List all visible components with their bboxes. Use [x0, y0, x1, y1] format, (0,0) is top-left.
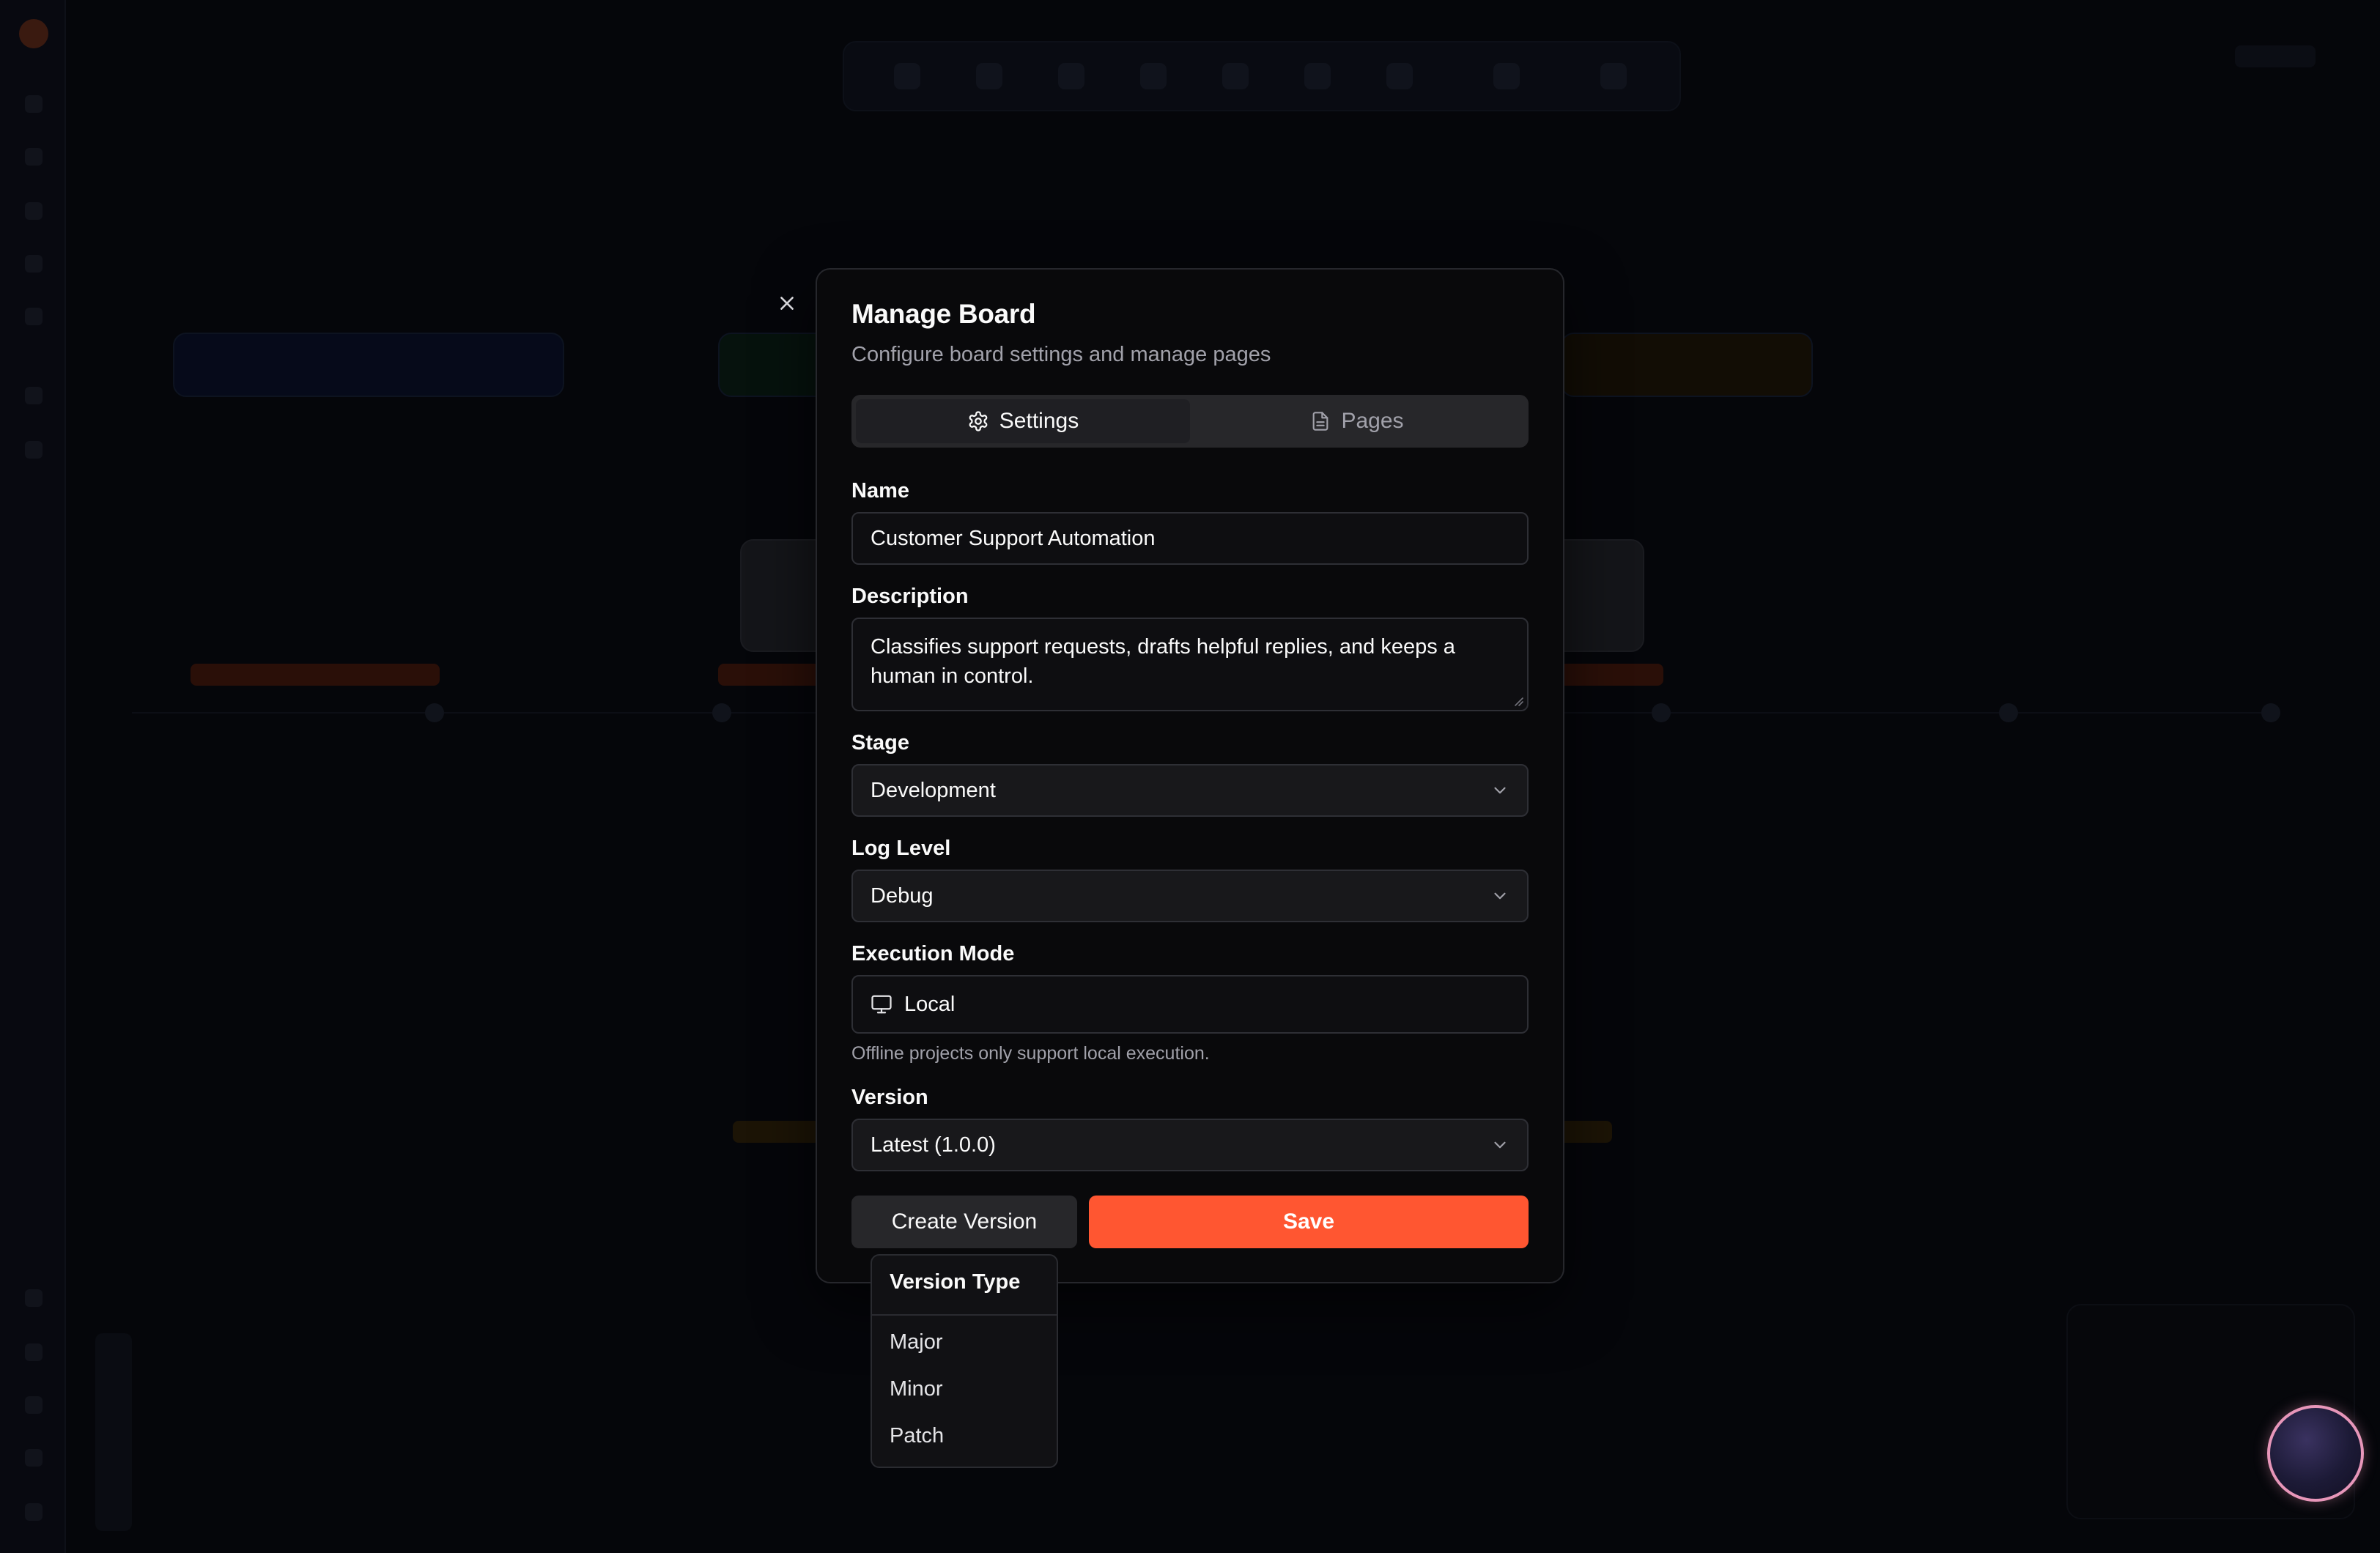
log-level-value: Debug	[871, 883, 934, 908]
connection-handle[interactable]	[425, 703, 444, 722]
resize-grip-icon[interactable]	[1512, 695, 1524, 707]
sidebar-icon[interactable]	[25, 1396, 42, 1414]
menu-divider	[872, 1314, 1057, 1316]
name-label: Name	[851, 479, 909, 503]
stage-label: Stage	[851, 731, 909, 755]
close-button[interactable]	[774, 290, 800, 316]
toolbar-button[interactable]	[1140, 63, 1167, 89]
sidebar-icon[interactable]	[25, 255, 42, 273]
sidebar-icon[interactable]	[25, 202, 42, 220]
name-field[interactable]: Customer Support Automation	[851, 512, 1529, 565]
version-label: Version	[851, 1086, 928, 1109]
name-value: Customer Support Automation	[871, 526, 1156, 550]
description-label: Description	[851, 585, 969, 608]
execution-mode-label: Execution Mode	[851, 942, 1015, 965]
connection-handle[interactable]	[712, 703, 731, 722]
tab-pages[interactable]: Pages	[1190, 399, 1524, 443]
top-right-chip[interactable]	[2235, 45, 2316, 67]
toolbar-button[interactable]	[976, 63, 1002, 89]
chevron-down-icon	[1494, 787, 1506, 794]
menu-item-major[interactable]: Major	[890, 1330, 943, 1354]
assistant-orb-button[interactable]	[2267, 1405, 2364, 1502]
monitor-icon	[871, 995, 892, 1014]
version-value: Latest (1.0.0)	[871, 1133, 996, 1157]
toolbar-button[interactable]	[894, 63, 920, 89]
log-level-select[interactable]: Debug	[851, 870, 1529, 922]
sidebar-icon[interactable]	[25, 387, 42, 404]
dialog-subtitle: Configure board settings and manage page…	[851, 343, 1271, 366]
node-header	[733, 1121, 821, 1143]
connection-handle[interactable]	[1652, 703, 1671, 722]
toolbar-button[interactable]	[1222, 63, 1249, 89]
canvas-toolbar	[843, 41, 1681, 111]
tab-settings[interactable]: Settings	[856, 399, 1190, 443]
sidebar-icon[interactable]	[25, 308, 42, 325]
tab-pages-label: Pages	[1341, 409, 1404, 433]
save-button[interactable]: Save	[1089, 1196, 1529, 1248]
menu-item-patch[interactable]: Patch	[890, 1424, 944, 1448]
create-version-button[interactable]: Create Version	[851, 1196, 1077, 1248]
chevron-down-icon	[1494, 1141, 1506, 1149]
menu-item-minor[interactable]: Minor	[890, 1377, 943, 1401]
toolbar-button[interactable]	[1600, 63, 1627, 89]
close-icon	[780, 297, 794, 310]
toolbar-button[interactable]	[1058, 63, 1084, 89]
version-type-menu: Version Type Major Minor Patch	[871, 1254, 1058, 1468]
document-icon	[1313, 412, 1328, 431]
sidebar-icon[interactable]	[25, 1343, 42, 1361]
tab-settings-label: Settings	[999, 409, 1079, 433]
sidebar-icon[interactable]	[25, 95, 42, 113]
dialog-title: Manage Board	[851, 299, 1036, 329]
dialog-tabs: Settings Pages	[851, 395, 1529, 448]
sidebar-icon[interactable]	[25, 148, 42, 166]
sidebar-icon[interactable]	[25, 441, 42, 459]
log-level-label: Log Level	[851, 837, 951, 860]
connection-handle[interactable]	[1999, 703, 2018, 722]
sidebar-icon[interactable]	[25, 1503, 42, 1521]
stage-select[interactable]: Development	[851, 764, 1529, 817]
description-value: Classifies support requests, drafts help…	[871, 635, 1455, 688]
app-logo	[19, 19, 48, 48]
zoom-controls[interactable]	[95, 1333, 132, 1531]
sidebar-icon[interactable]	[25, 1449, 42, 1467]
menu-title: Version Type	[890, 1270, 1021, 1294]
description-field[interactable]: Classifies support requests, drafts help…	[851, 618, 1529, 711]
execution-mode-field[interactable]: Local	[851, 975, 1529, 1034]
connection-handle[interactable]	[2261, 703, 2280, 722]
chevron-down-icon	[1494, 892, 1506, 900]
toolbar-button[interactable]	[1386, 63, 1413, 89]
sidebar-icon[interactable]	[25, 1289, 42, 1307]
gear-icon	[969, 411, 988, 431]
node-header	[191, 664, 440, 686]
execution-mode-value: Local	[904, 992, 956, 1016]
flow-node[interactable]	[1561, 333, 1813, 397]
toolbar-button[interactable]	[1304, 63, 1331, 89]
version-select[interactable]: Latest (1.0.0)	[851, 1119, 1529, 1171]
sidebar	[0, 0, 66, 1553]
flow-node[interactable]	[173, 333, 564, 397]
execution-mode-helper: Offline projects only support local exec…	[851, 1043, 1210, 1064]
stage-value: Development	[871, 778, 996, 802]
toolbar-button[interactable]	[1493, 63, 1520, 89]
